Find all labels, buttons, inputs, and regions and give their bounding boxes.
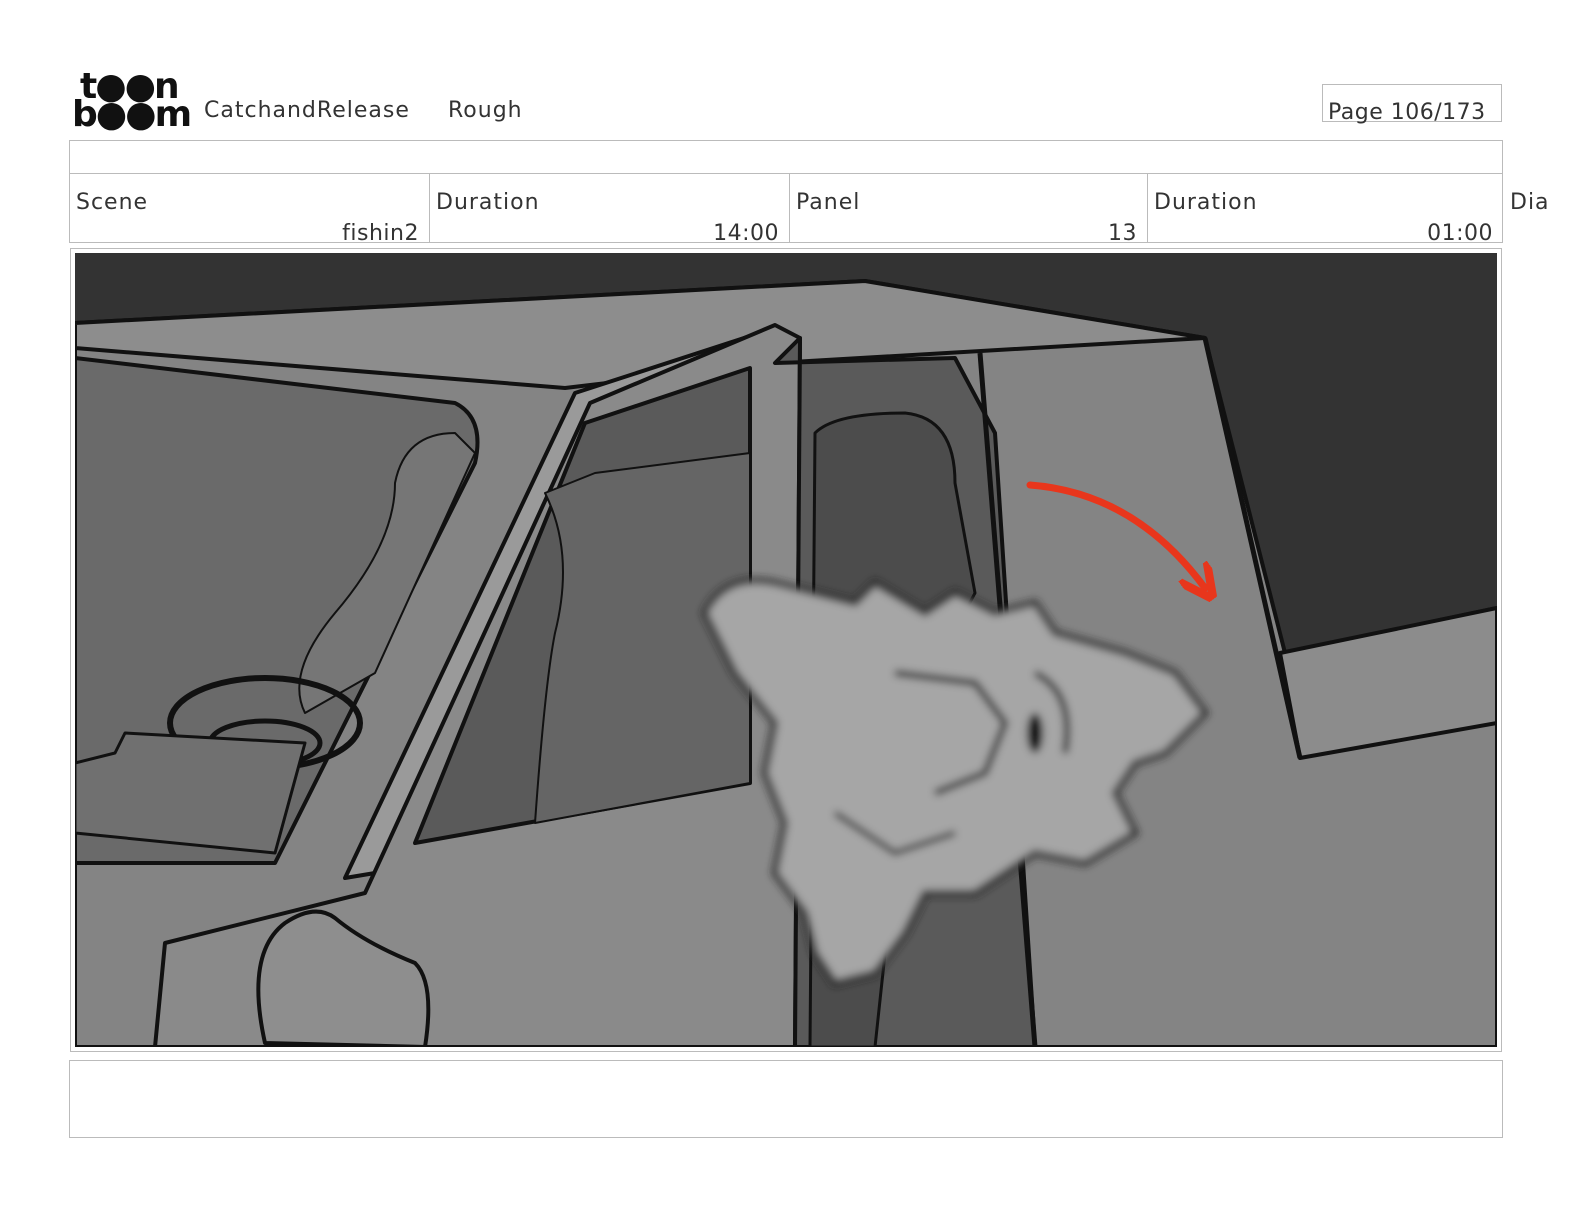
panel-duration-field: Duration 01:00 xyxy=(1148,174,1503,246)
scene-field: Scene fishin2 xyxy=(70,174,430,246)
logo-bottom-text: b●●m xyxy=(72,94,192,135)
project-title: CatchandRelease xyxy=(204,98,410,123)
toonboom-logo: t●●n b●●m xyxy=(72,69,192,133)
panel-duration-value: 01:00 xyxy=(1427,221,1493,246)
scene-duration-label: Duration xyxy=(436,190,540,215)
scene-duration-field: Duration 14:00 xyxy=(430,174,790,246)
notes-area xyxy=(69,1060,1503,1138)
page-number: Page 106/173 xyxy=(1328,100,1486,125)
panel-drawing xyxy=(75,253,1497,1047)
storyboard-panel xyxy=(70,248,1502,1052)
info-fields: Scene fishin2 Duration 14:00 Panel 13 Du… xyxy=(69,173,1503,246)
scene-value: fishin2 xyxy=(342,221,419,246)
scene-duration-value: 14:00 xyxy=(713,221,779,246)
panel-field: Panel 13 xyxy=(790,174,1148,246)
panel-duration-label: Duration xyxy=(1154,190,1258,215)
dialog-label: Dia xyxy=(1510,190,1550,215)
scene-label: Scene xyxy=(76,190,149,215)
header-bar xyxy=(69,140,1503,174)
panel-label: Panel xyxy=(796,190,861,215)
stage-label: Rough xyxy=(448,98,523,123)
panel-value: 13 xyxy=(1108,221,1137,246)
